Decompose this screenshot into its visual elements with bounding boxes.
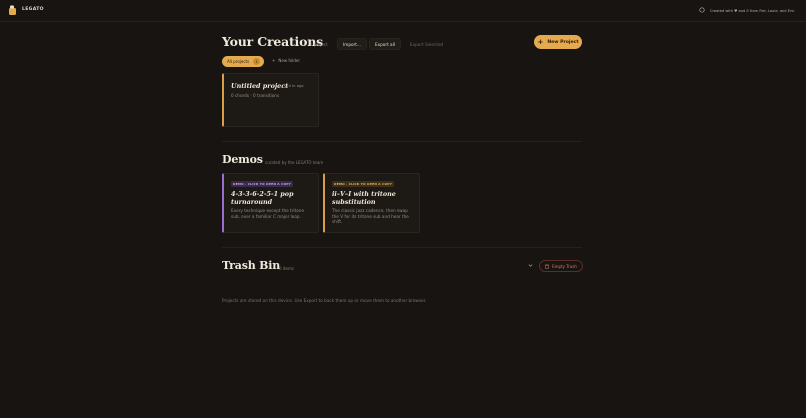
trash-count: 0 items — [279, 266, 294, 271]
new-folder-label: New folder — [278, 58, 300, 63]
plus-icon: + — [272, 58, 276, 63]
trash-icon — [545, 264, 549, 269]
top-bar: LEGATO Created with ♥ and Ƨ from Fee, Lo… — [0, 0, 806, 22]
demo-badge: DEMO · CLICK TO OPEN A COPY — [332, 181, 394, 187]
demo-description: Every technique except the tritone sub, … — [231, 208, 305, 219]
demos-title: Demos — [222, 153, 263, 166]
filter-all-projects[interactable]: All projects 1 — [222, 56, 264, 67]
export-all-button[interactable]: Export all — [369, 38, 401, 50]
project-count: 1 project — [310, 42, 328, 47]
new-project-label: New Project — [547, 39, 579, 45]
filter-all-label: All projects — [227, 59, 250, 64]
empty-trash-label: Empty Trash — [552, 263, 577, 269]
demo-badge: DEMO · CLICK TO OPEN A COPY — [231, 181, 293, 187]
project-meta: 0 chords · 0 transitions — [231, 93, 280, 98]
demo-title-line2: turnaround — [231, 198, 273, 206]
demo-title-line1: ii–V–I with tritone — [332, 190, 396, 198]
filter-all-count: 1 — [253, 58, 261, 65]
plus-icon: + — [537, 37, 544, 46]
creations-title: Your Creations — [222, 34, 323, 49]
new-project-button[interactable]: + New Project — [534, 35, 582, 49]
storage-note: Projects are stored on this device. Use … — [222, 298, 427, 303]
trash-title: Trash Bin — [222, 259, 281, 272]
brand-name[interactable]: LEGATO — [22, 7, 44, 12]
export-selected-button[interactable]: Export Selected — [405, 38, 448, 50]
section-divider — [222, 247, 582, 248]
empty-trash-button[interactable]: Empty Trash — [539, 260, 583, 272]
demo-card-pop-turnaround[interactable]: DEMO · CLICK TO OPEN A COPY 4-3-3-6-2-5-… — [222, 173, 319, 233]
demo-title-line1: 4-3-3-6-2-5-1 pop — [231, 190, 294, 198]
theme-toggle-icon[interactable] — [699, 7, 705, 13]
project-title: Untitled project — [231, 82, 289, 90]
credit-text: Created with ♥ and Ƨ from Fee, Louie, an… — [710, 8, 795, 13]
new-folder-button[interactable]: + New folder — [272, 58, 300, 63]
project-card[interactable]: Untitled project · 10 hr ago 0 chords · … — [222, 73, 319, 127]
demos-subtitle: curated by the LEGATO team — [265, 160, 324, 165]
chevron-down-icon[interactable] — [528, 263, 533, 268]
demo-description: The classic jazz cadence, then swap the … — [332, 208, 409, 225]
demo-card-tritone[interactable]: DEMO · CLICK TO OPEN A COPY ii–V–I with … — [323, 173, 420, 233]
section-divider — [222, 141, 582, 142]
demo-title-line2: substitution — [332, 198, 376, 206]
import-button[interactable]: Import... — [337, 38, 367, 50]
legato-logo-icon[interactable] — [8, 5, 17, 16]
project-age: · 10 hr ago — [284, 84, 304, 88]
